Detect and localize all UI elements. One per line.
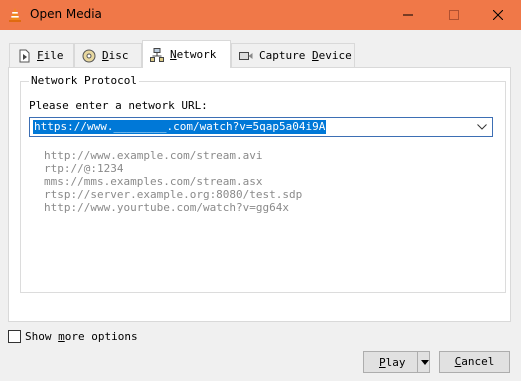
url-examples: http://www.example.com/stream.avi rtp://… <box>44 149 302 214</box>
dropdown-arrow-icon[interactable] <box>421 360 429 365</box>
network-url-input[interactable]: https://www.________.com/watch?v=5qap5a0… <box>29 117 493 137</box>
minimize-icon <box>403 14 413 16</box>
chevron-down-icon[interactable] <box>477 124 487 130</box>
tab-capture-label-1: Capture <box>259 49 312 62</box>
example-url: http://www.example.com/stream.avi <box>44 149 263 162</box>
vlc-cone-icon <box>9 8 21 22</box>
url-value[interactable]: https://www.________.com/watch?v=5qap5a0… <box>33 120 327 134</box>
play-label: Play <box>379 356 406 369</box>
more-label-2: ore options <box>64 330 138 343</box>
tab-disc-mnemonic: D <box>102 49 109 62</box>
tab-file-label: ile <box>43 49 64 62</box>
capture-device-icon <box>239 51 253 60</box>
play-divider <box>417 352 418 372</box>
tab-capture-mnemonic: D <box>311 49 319 62</box>
disc-icon <box>82 49 96 62</box>
play-button[interactable]: Play <box>363 351 430 373</box>
maximize-button[interactable] <box>431 0 477 30</box>
network-panel: Network Protocol Please enter a network … <box>8 67 511 322</box>
window-title: Open Media <box>30 7 102 21</box>
tab-label: Capture Device <box>259 49 352 62</box>
group-title: Network Protocol <box>29 74 139 87</box>
tab-file[interactable]: File <box>9 43 74 67</box>
tab-label: File <box>37 49 64 62</box>
tab-disc[interactable]: Disc <box>74 43 142 67</box>
tab-network[interactable]: Network <box>142 40 231 68</box>
tab-capture-label-2: evice <box>318 49 352 62</box>
tab-label: Network <box>170 48 216 61</box>
example-url: rtp://@:1234 <box>44 162 124 175</box>
show-more-options-checkbox[interactable] <box>8 330 21 343</box>
show-more-options-label[interactable]: Show more options <box>25 330 138 343</box>
cancel-label: Cancel <box>455 355 495 368</box>
tab-network-label: etwork <box>176 48 217 61</box>
example-url: rtsp://server.example.org:8080/test.sdp <box>44 188 303 201</box>
close-icon <box>493 10 503 20</box>
cancel-label-rest: ancel <box>461 355 495 368</box>
example-url: mms://mms.examples.com/stream.asx <box>44 175 263 188</box>
close-button[interactable] <box>475 0 521 30</box>
url-label: Please enter a network URL: <box>29 99 208 112</box>
tab-disc-label: isc <box>108 49 129 62</box>
play-label-rest: lay <box>385 356 406 369</box>
example-url: http://www.yourtube.com/watch?v=gg64x <box>44 201 290 214</box>
file-icon <box>19 49 30 62</box>
play-mnemonic: P <box>379 356 386 369</box>
tab-network-mnemonic: N <box>170 48 177 61</box>
network-icon <box>150 47 164 62</box>
tab-capture-device[interactable]: Capture Device <box>231 43 355 67</box>
minimize-button[interactable] <box>385 0 431 30</box>
cancel-button[interactable]: Cancel <box>439 351 510 373</box>
more-mnemonic: m <box>58 330 65 343</box>
more-label-1: Show <box>25 330 59 343</box>
network-protocol-group: Network Protocol Please enter a network … <box>20 74 506 293</box>
tab-label: Disc <box>102 49 129 62</box>
maximize-icon <box>449 10 459 20</box>
title-bar[interactable]: Open Media <box>0 0 521 30</box>
tab-file-mnemonic: F <box>37 49 44 62</box>
